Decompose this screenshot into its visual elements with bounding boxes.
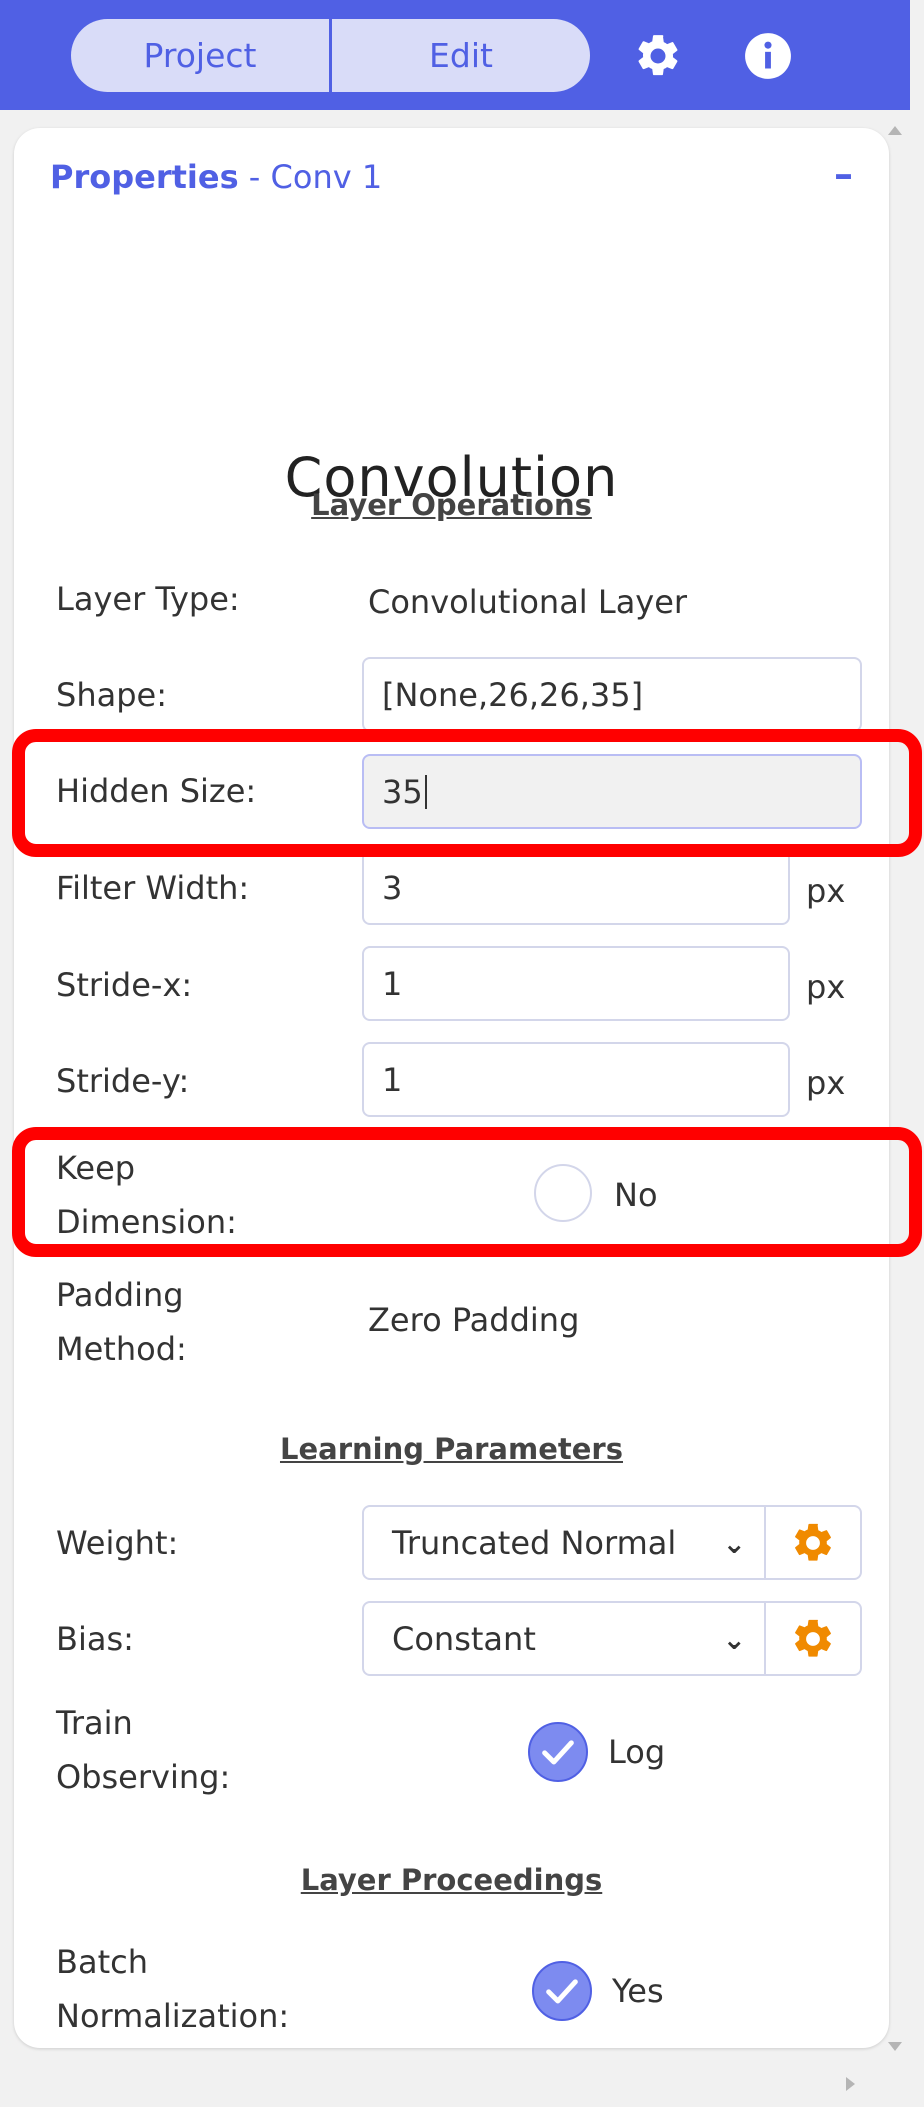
gear-icon: [795, 1619, 831, 1657]
tab-edit[interactable]: Edit: [329, 19, 590, 92]
stride-x-value: 1: [382, 964, 403, 1003]
bias-select[interactable]: Constant ⌄: [362, 1601, 766, 1676]
stride-y-input[interactable]: 1: [362, 1042, 790, 1117]
shape-value: [None,26,26,35]: [382, 675, 644, 714]
stride-y-value: 1: [382, 1060, 403, 1099]
highlight-box-hidden-size: [12, 729, 922, 857]
train-observing-label-line2: Observing:: [56, 1758, 231, 1796]
panel-header: Properties - Conv 1: [50, 158, 382, 196]
shape-label: Shape:: [56, 676, 167, 714]
panel-header-subtitle: - Conv 1: [238, 158, 383, 196]
train-observing-label-line1: Train: [56, 1704, 133, 1742]
tab-project[interactable]: Project: [71, 19, 329, 92]
chevron-down-icon: ⌄: [722, 1623, 746, 1656]
top-toolbar: Project Edit: [0, 0, 910, 110]
weight-settings-button[interactable]: [766, 1505, 862, 1580]
bias-selected-value: Constant: [392, 1619, 536, 1658]
layer-type-value: Convolutional Layer: [368, 583, 688, 621]
bias-settings-button[interactable]: [766, 1601, 862, 1676]
filter-width-unit: px: [806, 872, 846, 910]
stride-x-input[interactable]: 1: [362, 946, 790, 1021]
scroll-down-arrow-icon[interactable]: [888, 2042, 902, 2051]
bias-label: Bias:: [56, 1620, 134, 1658]
gear-icon: [795, 1523, 831, 1561]
section-layer-proceedings: Layer Proceedings: [300, 1863, 603, 1897]
panel-header-title: Properties: [50, 158, 239, 196]
chevron-down-icon: ⌄: [722, 1527, 746, 1560]
filter-width-label: Filter Width:: [56, 869, 250, 907]
padding-method-label-line1: Padding: [56, 1276, 184, 1314]
batch-normalization-label-line1: Batch: [56, 1943, 148, 1981]
scroll-right-arrow-icon[interactable]: [846, 2077, 855, 2091]
train-observing-checkbox[interactable]: [528, 1722, 588, 1782]
padding-method-label-line2: Method:: [56, 1330, 187, 1368]
shape-field[interactable]: [None,26,26,35]: [362, 657, 862, 732]
scroll-up-arrow-icon[interactable]: [888, 126, 902, 135]
padding-method-value: Zero Padding: [368, 1301, 580, 1339]
info-icon: [745, 33, 791, 79]
weight-label: Weight:: [56, 1524, 179, 1562]
batch-normalization-checkbox[interactable]: [532, 1961, 592, 2021]
collapse-button[interactable]: –: [834, 152, 853, 196]
checkmark-icon: [546, 1979, 578, 2004]
batch-normalization-value: Yes: [612, 1972, 664, 2010]
section-layer-operations: Layer Operations: [311, 488, 592, 522]
stride-y-label: Stride-y:: [56, 1062, 190, 1100]
stride-x-label: Stride-x:: [56, 966, 193, 1004]
stride-y-unit: px: [806, 1064, 846, 1102]
section-learning-parameters: Learning Parameters: [279, 1432, 623, 1466]
highlight-box-keep-dimension: [12, 1127, 922, 1257]
layer-type-label: Layer Type:: [56, 580, 240, 618]
train-observing-value: Log: [608, 1733, 666, 1771]
gear-icon: [638, 35, 678, 76]
settings-button[interactable]: [630, 28, 686, 84]
filter-width-input[interactable]: 3: [362, 850, 790, 925]
weight-select[interactable]: Truncated Normal ⌄: [362, 1505, 766, 1580]
properties-panel: Properties - Conv 1 – Convolution Layer …: [14, 128, 889, 2048]
info-button[interactable]: [740, 28, 796, 84]
weight-selected-value: Truncated Normal: [392, 1523, 677, 1562]
checkmark-icon: [542, 1740, 574, 1765]
batch-normalization-label-line2: Normalization:: [56, 1997, 290, 2035]
filter-width-value: 3: [382, 868, 403, 907]
stride-x-unit: px: [806, 968, 846, 1006]
tab-group: Project Edit: [71, 19, 590, 92]
